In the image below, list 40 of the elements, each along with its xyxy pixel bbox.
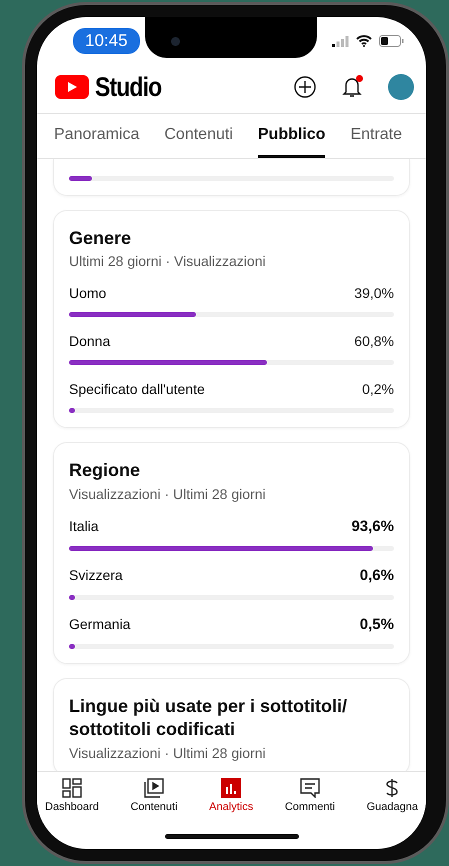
row-value: 0,5% (360, 616, 394, 633)
card-title: Genere (69, 227, 132, 250)
dashboard-icon (62, 778, 82, 798)
tab[interactable]: Panoramica (54, 114, 140, 158)
notification-button[interactable] (342, 76, 362, 98)
battery-icon (379, 35, 404, 47)
row-value: 93,6% (351, 518, 394, 535)
card-subtitle: Ultimi 28 giorni · Visualizzazioni (69, 253, 267, 270)
nav-item[interactable]: Contenuti (128, 774, 180, 823)
avatar[interactable] (388, 74, 414, 100)
card-subtitle: Visualizzazioni · Ultimi 28 giorni (69, 486, 267, 502)
play-logo-icon (55, 75, 89, 99)
row-value: 0,6% (360, 566, 394, 584)
nav-item[interactable]: Dashboard (43, 774, 101, 823)
card-title: Lingue più usate per i sottotitoli/ sottotitoli codificati (69, 694, 348, 742)
card-title: Regione (69, 459, 142, 482)
row-value: 60,8% (354, 333, 394, 350)
tab[interactable]: Contenuti (164, 114, 233, 158)
row-label: Italia (69, 518, 99, 535)
row-label: Svizzera (69, 566, 123, 584)
analytics-icon (221, 778, 242, 798)
row-label: Specificato dall'utente (69, 381, 205, 398)
row-label: Uomo (69, 285, 106, 302)
signal-icon (332, 36, 349, 46)
nav-item[interactable]: Guadagna (364, 774, 420, 823)
row-label: Germania (69, 616, 130, 633)
logo-text: Studio (95, 72, 162, 102)
nav-item[interactable]: Analytics (207, 774, 256, 823)
row-value: 39,0% (354, 285, 394, 302)
tab[interactable]: Entrate (350, 114, 402, 158)
card-subtitle: Visualizzazioni · Ultimi 28 giorni (69, 744, 267, 761)
row-value: 0,2% (362, 381, 394, 398)
comment-icon (300, 778, 320, 798)
dollar-icon (385, 778, 400, 798)
nav-item[interactable]: Commenti (282, 774, 337, 823)
video-library-icon (144, 778, 164, 798)
wifi-icon (356, 35, 372, 47)
status-time: 10:45 (73, 28, 140, 54)
row-label: Donna (69, 333, 110, 350)
add-button[interactable] (294, 76, 316, 98)
